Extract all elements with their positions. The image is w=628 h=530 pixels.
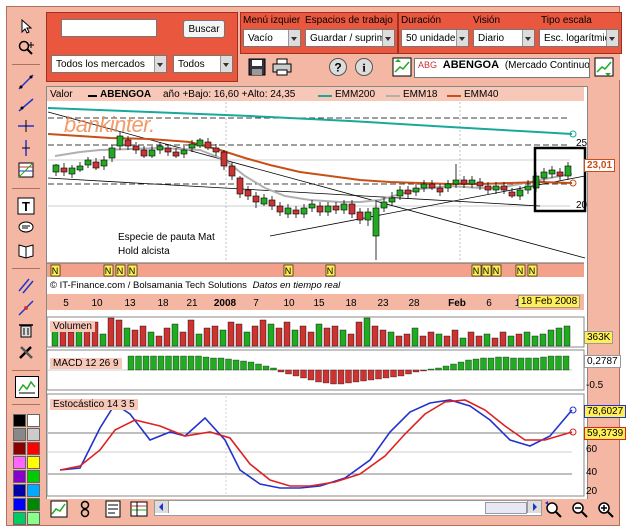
search-input[interactable]	[61, 19, 157, 37]
legend-emm40: EMM40	[464, 89, 499, 100]
svg-text:T: T	[22, 199, 30, 214]
color-swatch-black[interactable]	[13, 414, 26, 427]
scroll-right-icon[interactable]	[527, 501, 541, 513]
stoch-k-value: 78,6027	[584, 405, 627, 418]
book-icon[interactable]	[15, 240, 37, 260]
zoom-out-icon[interactable]	[570, 500, 590, 521]
scroll-left-icon[interactable]	[155, 501, 169, 513]
duration-select[interactable]: 50 unidades	[401, 29, 469, 47]
color-swatch-red[interactable]	[27, 442, 40, 455]
svg-text:?: ?	[334, 61, 341, 75]
color-swatch-darkred[interactable]	[13, 442, 26, 455]
info-icon[interactable]: i	[354, 57, 374, 80]
trash-icon[interactable]	[15, 320, 37, 340]
channel-icon[interactable]	[15, 298, 37, 318]
color-swatch-lightblue[interactable]	[27, 484, 40, 497]
color-swatch-teal[interactable]	[13, 512, 26, 525]
comment-icon[interactable]	[15, 218, 37, 238]
table-icon[interactable]	[130, 500, 148, 521]
left-toolbar: T	[8, 12, 40, 525]
volume-label: Volumen	[50, 321, 95, 332]
parallel-lines-icon[interactable]	[15, 276, 37, 296]
workspace-label: Espacios de trabajo	[305, 15, 393, 26]
annotation-line-1: Especie de pauta Mat	[118, 232, 215, 243]
series-name: ABENGOA	[100, 89, 152, 100]
color-swatch-pink[interactable]	[13, 456, 26, 469]
next-chart-icon[interactable]	[594, 57, 614, 80]
report-icon[interactable]	[104, 500, 122, 521]
search-panel: Buscar Todos los mercados Todos	[46, 12, 238, 82]
stoch-label: Estocástico 14 3 5	[50, 399, 138, 410]
ticker-field[interactable]: ABG ABENGOA (Mercado Continuo)	[414, 58, 590, 78]
color-swatch-lightgray[interactable]	[27, 428, 40, 441]
color-swatch-lightgreen[interactable]	[27, 512, 40, 525]
legend-emm18: EMM18	[403, 89, 438, 100]
color-swatch-purple[interactable]	[13, 470, 26, 483]
stoch-tick-20: 20	[586, 486, 598, 497]
color-swatch-gray[interactable]	[13, 428, 26, 441]
print-icon[interactable]	[272, 58, 292, 79]
stoch-tick-60: 60	[586, 444, 598, 455]
vision-select[interactable]: Diario	[473, 29, 535, 47]
zoom-in-icon[interactable]	[596, 500, 616, 521]
ticker-name: ABENGOA	[442, 59, 500, 71]
year-stats: año +Bajo: 16,60 +Alto: 24,35	[163, 89, 296, 100]
ticker-market: (Mercado Continuo)	[504, 60, 590, 71]
text-tool-icon[interactable]: T	[15, 196, 37, 216]
menu-workspace-panel: Menú izquier Espacios de trabajo Vacío G…	[240, 12, 398, 54]
link-icon[interactable]	[78, 500, 92, 521]
macd-value: 0,2787	[584, 355, 621, 368]
volume-value: 363K	[584, 331, 614, 344]
stoch-d-value: 59,3739	[584, 427, 627, 440]
zoom-cross-icon[interactable]	[15, 38, 37, 58]
zoom-fit-icon[interactable]	[544, 500, 564, 521]
valor-label: Valor	[50, 89, 73, 100]
previous-chart-icon[interactable]	[392, 57, 412, 80]
current-date-badge: 18 Feb 2008	[518, 295, 581, 308]
horizontal-scrollbar[interactable]	[154, 500, 542, 516]
duration-panel: Duración Visión Tipo escala 50 unidades …	[398, 12, 622, 54]
scroll-thumb[interactable]	[485, 502, 527, 514]
price-tick-20: 20	[576, 200, 588, 211]
horizontal-line-icon[interactable]	[15, 116, 37, 136]
stoch-tick-40: 40	[586, 467, 598, 478]
pointer-icon[interactable]	[15, 16, 37, 36]
scale-select[interactable]: Esc. logarítmica	[539, 29, 619, 47]
annotation-line-2: Hold alcista	[118, 246, 170, 257]
macd-tick: -0.5	[586, 380, 604, 391]
ray-icon[interactable]	[15, 94, 37, 114]
color-swatch-yellow[interactable]	[27, 456, 40, 469]
trendline-icon[interactable]	[15, 72, 37, 92]
fibonacci-icon[interactable]	[15, 160, 37, 180]
export-chart-icon[interactable]	[50, 500, 68, 521]
legend-emm200: EMM200	[335, 89, 376, 100]
help-icon[interactable]: ?	[328, 57, 348, 80]
vertical-line-icon[interactable]	[15, 138, 37, 158]
ticker-code: ABG	[418, 60, 438, 70]
tools-icon[interactable]	[15, 342, 37, 362]
market-select[interactable]: Todos los mercados	[51, 55, 167, 73]
vision-label: Visión	[473, 15, 501, 26]
chart-area[interactable]	[46, 86, 588, 504]
last-price-badge: 23,01	[584, 159, 616, 172]
duration-label: Duración	[401, 15, 442, 26]
color-swatch-blue[interactable]	[13, 498, 26, 511]
color-swatch-darkgreen[interactable]	[27, 498, 40, 511]
color-swatch-white[interactable]	[27, 414, 40, 427]
price-tick-25: 25	[576, 138, 588, 149]
macd-label: MACD 12 26 9	[50, 358, 122, 369]
search-button[interactable]: Buscar	[183, 20, 225, 38]
color-swatch-green[interactable]	[27, 470, 40, 483]
workspace-select[interactable]: Guardar / suprimir	[305, 29, 395, 47]
indicator-chart-icon[interactable]	[15, 376, 39, 398]
type-select[interactable]: Todos	[173, 55, 233, 73]
menu-select[interactable]: Vacío	[243, 29, 301, 47]
bankinter-watermark: bankinter.	[64, 112, 155, 137]
source-credit: © IT-Finance.com / Bolsamania Tech Solut…	[50, 280, 341, 291]
color-swatch-navy[interactable]	[13, 484, 26, 497]
scale-label: Tipo escala	[541, 15, 592, 26]
menu-label: Menú izquier	[243, 15, 301, 26]
save-icon[interactable]	[248, 58, 266, 79]
action-bar: ? i	[240, 54, 384, 80]
